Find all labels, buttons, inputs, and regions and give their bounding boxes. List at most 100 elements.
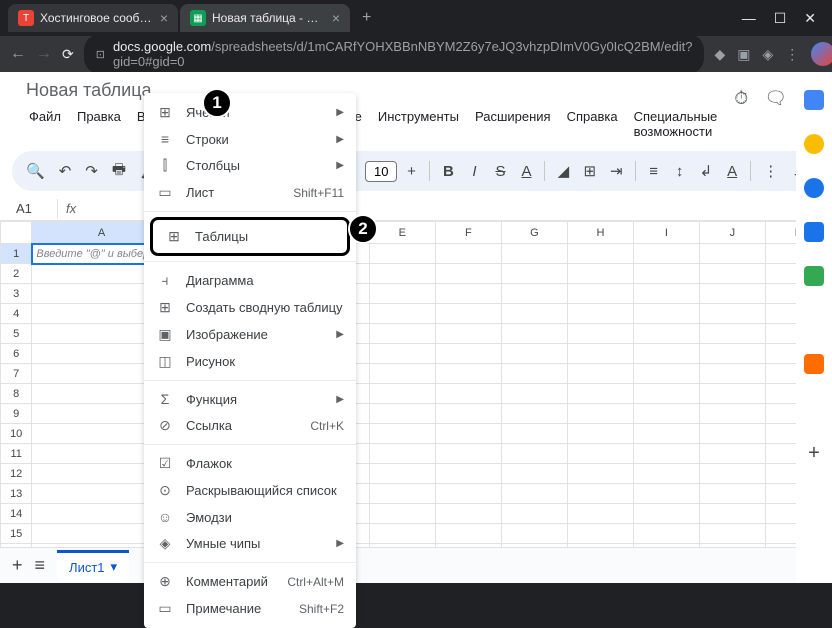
cell[interactable] [567, 444, 633, 464]
cell[interactable] [369, 244, 435, 264]
cell[interactable] [699, 484, 765, 504]
menu-item-таблицы[interactable]: ⊞ Таблицы [150, 217, 350, 256]
row-header[interactable]: 15 [1, 524, 32, 544]
menu-item-функция[interactable]: Σ Функция ▶ [144, 386, 356, 412]
row-header[interactable]: 4 [1, 304, 32, 324]
cell[interactable] [369, 264, 435, 284]
cell[interactable] [633, 244, 699, 264]
menu-extensions[interactable]: Расширения [468, 105, 558, 143]
cell[interactable] [567, 244, 633, 264]
cell[interactable] [369, 444, 435, 464]
cell[interactable] [501, 344, 567, 364]
maximize-icon[interactable]: ☐ [774, 10, 787, 27]
history-icon[interactable]: ⏱ [734, 88, 748, 109]
cell[interactable] [567, 324, 633, 344]
menu-item-изображение[interactable]: ▣ Изображение ▶ [144, 321, 356, 348]
row-header[interactable]: 13 [1, 484, 32, 504]
cell[interactable] [369, 324, 435, 344]
cell[interactable] [633, 524, 699, 544]
menu-edit[interactable]: Правка [70, 105, 128, 143]
cell[interactable] [369, 304, 435, 324]
close-icon[interactable]: × [160, 10, 168, 26]
cell[interactable] [567, 384, 633, 404]
row-header[interactable]: 3 [1, 284, 32, 304]
cell[interactable] [699, 344, 765, 364]
cell[interactable] [369, 464, 435, 484]
reload-icon[interactable]: ⟳ [62, 46, 74, 63]
sheet-tab-active[interactable]: Лист1 ▾ [57, 550, 129, 581]
font-size-plus[interactable]: + [399, 157, 423, 186]
cell[interactable] [699, 384, 765, 404]
cell[interactable] [633, 384, 699, 404]
cell[interactable] [567, 364, 633, 384]
menu-item-создать-сводную-таблицу[interactable]: ⊞ Создать сводную таблицу [144, 294, 356, 321]
column-header[interactable]: G [501, 222, 567, 244]
address-bar[interactable]: ⊡ docs.google.com/spreadsheets/d/1mCARfY… [84, 34, 705, 74]
cell[interactable] [501, 504, 567, 524]
cell[interactable] [501, 284, 567, 304]
column-header[interactable]: H [567, 222, 633, 244]
wrap-icon[interactable]: ↲ [694, 156, 719, 186]
cell[interactable] [501, 364, 567, 384]
row-header[interactable]: 11 [1, 444, 32, 464]
cell[interactable] [435, 484, 501, 504]
cell[interactable] [501, 244, 567, 264]
merge-icon[interactable]: ⇥ [604, 156, 629, 186]
maps-icon[interactable] [804, 266, 824, 286]
cell[interactable] [633, 324, 699, 344]
menu-item-столбцы[interactable]: ⫿ Столбцы ▶ [144, 152, 356, 179]
back-icon[interactable]: ← [10, 45, 26, 63]
cell[interactable] [369, 344, 435, 364]
spreadsheet-grid[interactable]: ABCDEFGHIJK1Введите "@" и выберите234567… [0, 221, 832, 572]
minimize-icon[interactable]: — [742, 10, 756, 27]
cell[interactable] [699, 324, 765, 344]
cell[interactable] [501, 524, 567, 544]
extension-icon[interactable]: ▣ [737, 46, 750, 63]
menu-item-комментарий[interactable]: ⊕ Комментарий Ctrl+Alt+M [144, 568, 356, 595]
bold-icon[interactable]: B [436, 157, 460, 186]
cell[interactable] [567, 464, 633, 484]
cell[interactable] [567, 264, 633, 284]
cell[interactable] [699, 264, 765, 284]
menu-item-ссылка[interactable]: ⊘ Ссылка Ctrl+K [144, 412, 356, 439]
cell[interactable] [567, 484, 633, 504]
browser-tab[interactable]: T Хостинговое сообщество «Tim × [8, 4, 178, 32]
cell[interactable] [699, 364, 765, 384]
cell[interactable] [633, 344, 699, 364]
cell[interactable] [501, 464, 567, 484]
add-addon-button[interactable]: + [808, 442, 820, 465]
cell[interactable] [501, 384, 567, 404]
cell[interactable] [633, 364, 699, 384]
chevron-down-icon[interactable]: ▾ [111, 559, 118, 575]
menu-item-эмодзи[interactable]: ☺ Эмодзи [144, 504, 356, 530]
row-header[interactable]: 14 [1, 504, 32, 524]
column-header[interactable]: I [633, 222, 699, 244]
undo-icon[interactable]: ↶ [53, 156, 78, 186]
cell[interactable] [699, 464, 765, 484]
menu-file[interactable]: Файл [22, 105, 68, 143]
column-header[interactable]: E [369, 222, 435, 244]
cell[interactable] [699, 504, 765, 524]
profile-avatar[interactable] [811, 42, 832, 66]
valign-icon[interactable]: ↕ [668, 157, 692, 186]
menu-accessibility[interactable]: Специальные возможности [627, 105, 725, 143]
cell[interactable] [435, 384, 501, 404]
cell[interactable] [699, 404, 765, 424]
tasks-icon[interactable] [804, 178, 824, 198]
extension-icon[interactable]: ◆ [714, 46, 725, 63]
cell[interactable] [699, 244, 765, 264]
cell[interactable] [369, 484, 435, 504]
row-header[interactable]: 7 [1, 364, 32, 384]
cell[interactable] [699, 304, 765, 324]
cell[interactable] [501, 424, 567, 444]
row-header[interactable]: 12 [1, 464, 32, 484]
cell[interactable] [435, 324, 501, 344]
row-header[interactable]: 8 [1, 384, 32, 404]
cell[interactable] [567, 424, 633, 444]
cell[interactable] [699, 424, 765, 444]
cell[interactable] [369, 524, 435, 544]
cell[interactable] [501, 404, 567, 424]
font-size-input[interactable]: 10 [365, 161, 397, 182]
menu-item-флажок[interactable]: ☑ Флажок [144, 450, 356, 477]
row-header[interactable]: 5 [1, 324, 32, 344]
